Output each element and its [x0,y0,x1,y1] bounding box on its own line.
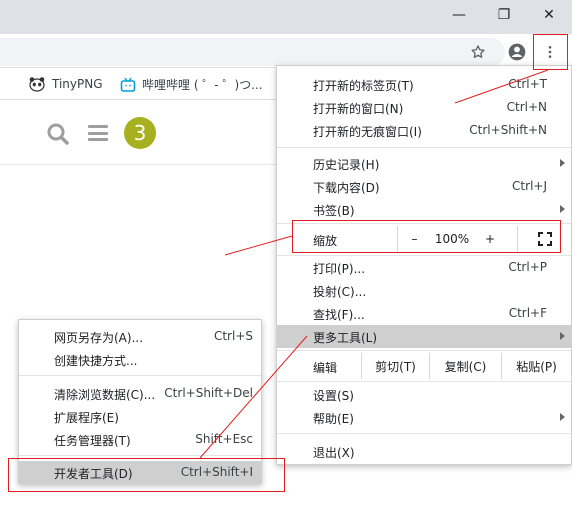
submenu-item-shortcut: Ctrl+Shift+Del [164,386,253,400]
edit-label: 编辑 [313,361,338,375]
bookmark-tinypng[interactable]: TinyPNG [28,76,103,92]
cut-label: 剪切(T) [375,359,416,374]
menu-item-shortcut: Ctrl+N [506,100,547,114]
menu-divider [277,350,571,351]
menu-item-label: 查找(F)... [313,308,365,322]
submenu-arrow-icon [560,332,565,340]
menu-item-new-window[interactable]: 打开新的窗口(N) Ctrl+N [277,96,571,119]
menu-item-shortcut: Ctrl+F [508,306,547,320]
menu-item-exit[interactable]: 退出(X) [277,440,571,463]
menu-item-cast[interactable]: 投射(C)... [277,279,571,302]
submenu-item-task-manager[interactable]: 任务管理器(T) Shift+Esc [19,428,261,451]
notification-badge[interactable]: 3 [124,117,156,149]
menu-item-print[interactable]: 打印(P)... Ctrl+P [277,256,571,279]
browser-toolbar [0,34,572,68]
menu-item-label: 更多工具(L) [313,331,378,345]
star-icon[interactable] [466,40,490,64]
close-button[interactable]: ✕ [526,0,572,30]
submenu-divider [19,375,261,376]
bilibili-tv-icon [120,77,136,92]
menu-item-incognito[interactable]: 打开新的无痕窗口(I) Ctrl+Shift+N [277,119,571,142]
menu-item-label: 历史记录(H) [313,158,380,172]
submenu-item-label: 创建快捷方式... [54,354,138,368]
submenu-item-label: 清除浏览数据(C)... [54,388,156,402]
menu-item-label: 打开新的标签页(T) [313,79,414,93]
submenu-item-extensions[interactable]: 扩展程序(E) [19,405,261,428]
minimize-icon: — [452,7,466,23]
copy-label: 复制(C) [444,359,487,374]
submenu-item-label: 任务管理器(T) [54,434,131,448]
menu-item-label: 退出(X) [313,446,355,460]
submenu-item-save-page[interactable]: 网页另存为(A)... Ctrl+S [19,325,261,348]
minimize-button[interactable]: — [436,0,482,30]
hamburger-icon[interactable] [88,125,108,141]
restore-icon: ❐ [497,7,511,23]
menu-item-history[interactable]: 历史记录(H) [277,152,571,175]
menu-item-label: 书签(B) [313,204,355,218]
restore-button[interactable]: ❐ [481,0,527,30]
cut-button[interactable]: 剪切(T) [361,353,429,379]
menu-item-label: 帮助(E) [313,412,354,426]
submenu-item-label: 网页另存为(A)... [54,331,144,345]
menu-item-label: 打开新的无痕窗口(I) [313,125,422,139]
menu-item-shortcut: Ctrl+T [508,77,547,91]
submenu-arrow-icon [560,413,565,421]
menu-divider [277,147,571,148]
bookmark-label: 哔哩哔哩 ( ゜- ゜)つ... [142,78,263,92]
menu-item-label: 设置(S) [313,389,354,403]
chrome-main-menu: 打开新的标签页(T) Ctrl+T 打开新的窗口(N) Ctrl+N 打开新的无痕窗… [276,65,572,465]
page-header: 3 [0,101,280,165]
paste-button[interactable]: 粘贴(P) [501,353,571,379]
menu-edit-row: 编辑 剪切(T) 复制(C) 粘贴(P) [277,353,571,379]
annotation-box-zoom [292,220,561,253]
account-circle-icon[interactable] [505,40,529,64]
copy-button[interactable]: 复制(C) [429,353,501,379]
bookmark-label: TinyPNG [52,77,103,91]
submenu-arrow-icon [560,159,565,167]
menu-item-shortcut: Ctrl+P [508,260,547,274]
menu-item-label: 下载内容(D) [313,181,380,195]
menu-item-label: 打印(P)... [313,262,366,276]
paste-label: 粘贴(P) [516,359,557,374]
annotation-box-menu-button [533,34,568,70]
badge-count: 3 [133,121,147,145]
submenu-item-clear-data[interactable]: 清除浏览数据(C)... Ctrl+Shift+Del [19,382,261,405]
menu-item-help[interactable]: 帮助(E) [277,406,571,429]
submenu-item-create-shortcut[interactable]: 创建快捷方式... [19,348,261,371]
menu-item-more-tools[interactable]: 更多工具(L) [277,325,571,348]
menu-item-label: 投射(C)... [313,285,367,299]
menu-divider [277,381,571,382]
submenu-divider [19,455,261,456]
menu-item-label: 打开新的窗口(N) [313,102,404,116]
panda-icon [29,77,45,92]
address-bar[interactable] [0,38,505,66]
menu-item-settings[interactable]: 设置(S) [277,383,571,406]
annotation-box-dev-tools [8,458,285,492]
submenu-item-label: 扩展程序(E) [54,411,119,425]
menu-item-new-tab[interactable]: 打开新的标签页(T) Ctrl+T [277,73,571,96]
menu-item-find[interactable]: 查找(F)... Ctrl+F [277,302,571,325]
submenu-arrow-icon [560,205,565,213]
menu-item-shortcut: Ctrl+J [512,179,547,193]
title-bar: — ❐ ✕ [0,0,572,34]
search-icon[interactable] [46,122,70,146]
menu-item-bookmarks[interactable]: 书签(B) [277,198,571,221]
menu-divider [277,433,571,434]
bookmark-bilibili[interactable]: 哔哩哔哩 ( ゜- ゜)つ... [120,76,263,93]
submenu-item-shortcut: Ctrl+S [213,329,253,343]
menu-item-shortcut: Ctrl+Shift+N [469,123,547,137]
close-icon: ✕ [543,7,555,23]
submenu-item-shortcut: Shift+Esc [195,432,253,446]
menu-item-downloads[interactable]: 下载内容(D) Ctrl+J [277,175,571,198]
